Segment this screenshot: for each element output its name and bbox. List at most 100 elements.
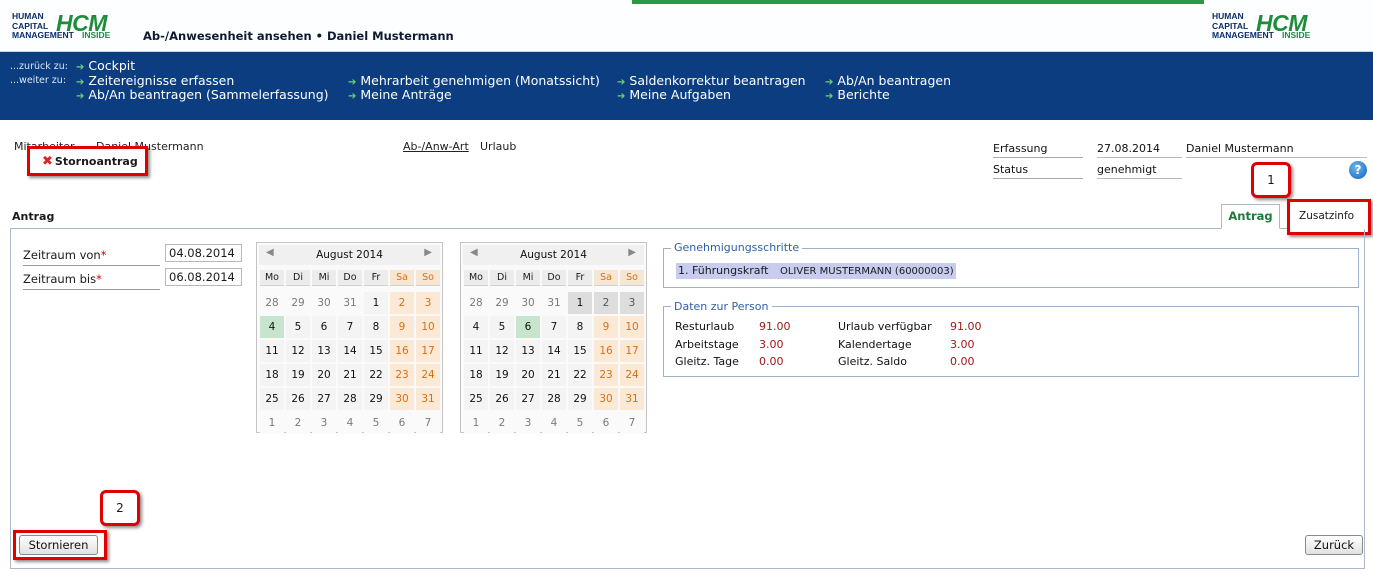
calendar-day[interactable]: 20 <box>312 364 336 386</box>
nav-link-berichte[interactable]: ➔ Berichte <box>825 87 890 102</box>
calendar-day[interactable]: 16 <box>594 340 618 362</box>
next-month-icon[interactable]: ▶ <box>424 247 432 258</box>
calendar-day[interactable]: 1 <box>364 292 388 314</box>
calendar-day[interactable]: 6 <box>594 412 618 434</box>
calendar-day[interactable]: 23 <box>390 364 414 386</box>
calendar-day[interactable]: 29 <box>364 388 388 410</box>
calendar-day[interactable]: 18 <box>464 364 488 386</box>
nav-link-sammelerfassung[interactable]: ➔ Ab/An beantragen (Sammelerfassung) <box>76 87 329 102</box>
help-icon[interactable]: ? <box>1349 161 1367 179</box>
calendar-day[interactable]: 25 <box>464 388 488 410</box>
stornoantrag-button[interactable]: ✖ Stornoantrag <box>27 146 148 176</box>
calendar-day[interactable]: 21 <box>542 364 566 386</box>
calendar-day[interactable]: 2 <box>594 292 618 314</box>
calendar-day[interactable]: 1 <box>568 292 592 314</box>
nav-link-meine-antraege[interactable]: ➔ Meine Anträge <box>348 87 452 102</box>
calendar-day[interactable]: 23 <box>594 364 618 386</box>
calendar-day[interactable]: 8 <box>568 316 592 338</box>
calendar-day[interactable]: 29 <box>286 292 310 314</box>
calendar-day[interactable]: 27 <box>312 388 336 410</box>
calendar-day[interactable]: 28 <box>260 292 284 314</box>
calendar-day[interactable]: 30 <box>516 292 540 314</box>
calendar-day[interactable]: 12 <box>490 340 514 362</box>
calendar-day[interactable]: 11 <box>260 340 284 362</box>
calendar-day[interactable]: 29 <box>568 388 592 410</box>
calendar-day[interactable]: 28 <box>464 292 488 314</box>
calendar-day[interactable]: 5 <box>364 412 388 434</box>
calendar-day[interactable]: 3 <box>416 292 440 314</box>
calendar-day[interactable]: 5 <box>568 412 592 434</box>
calendar-day[interactable]: 6 <box>312 316 336 338</box>
calendar-day[interactable]: 25 <box>260 388 284 410</box>
zeitraum-von-input[interactable]: 04.08.2014 <box>165 244 242 262</box>
calendar-day[interactable]: 10 <box>620 316 644 338</box>
calendar-day[interactable]: 7 <box>416 412 440 434</box>
calendar-day[interactable]: 9 <box>390 316 414 338</box>
calendar-day[interactable]: 9 <box>594 316 618 338</box>
nav-link-zeitereignisse[interactable]: ➔ Zeitereignisse erfassen <box>76 73 234 88</box>
calendar-day[interactable]: 6 <box>516 316 540 338</box>
calendar-day[interactable]: 4 <box>542 412 566 434</box>
stornieren-button[interactable]: Stornieren <box>19 535 98 555</box>
calendar-day[interactable]: 4 <box>338 412 362 434</box>
calendar-day[interactable]: 17 <box>620 340 644 362</box>
calendar-day[interactable]: 8 <box>364 316 388 338</box>
calendar-day[interactable]: 13 <box>516 340 540 362</box>
calendar-day[interactable]: 3 <box>516 412 540 434</box>
nav-link-mehrarbeit[interactable]: ➔ Mehrarbeit genehmigen (Monatssicht) <box>348 73 600 88</box>
nav-link-ab-an-beantragen[interactable]: ➔ Ab/An beantragen <box>825 73 951 88</box>
calendar-day[interactable]: 10 <box>416 316 440 338</box>
calendar-day[interactable]: 1 <box>260 412 284 434</box>
zeitraum-bis-input[interactable]: 06.08.2014 <box>165 268 242 286</box>
calendar-day[interactable]: 28 <box>338 388 362 410</box>
calendar-day[interactable]: 2 <box>390 292 414 314</box>
calendar-day[interactable]: 27 <box>516 388 540 410</box>
calendar-day[interactable]: 31 <box>338 292 362 314</box>
tab-antrag[interactable]: Antrag <box>1221 204 1280 229</box>
calendar-day[interactable]: 7 <box>338 316 362 338</box>
calendar-day[interactable]: 5 <box>286 316 310 338</box>
calendar-day[interactable]: 4 <box>260 316 284 338</box>
calendar-day[interactable]: 1 <box>464 412 488 434</box>
calendar-day[interactable]: 19 <box>490 364 514 386</box>
calendar-day[interactable]: 5 <box>490 316 514 338</box>
calendar-day[interactable]: 14 <box>542 340 566 362</box>
nav-link-meine-aufgaben[interactable]: ➔ Meine Aufgaben <box>617 87 731 102</box>
calendar-day[interactable]: 2 <box>286 412 310 434</box>
calendar-day[interactable]: 3 <box>620 292 644 314</box>
calendar-day[interactable]: 19 <box>286 364 310 386</box>
calendar-day[interactable]: 11 <box>464 340 488 362</box>
calendar-day[interactable]: 28 <box>542 388 566 410</box>
calendar-day[interactable]: 30 <box>390 388 414 410</box>
calendar-day[interactable]: 22 <box>568 364 592 386</box>
calendar-day[interactable]: 6 <box>390 412 414 434</box>
calendar-day[interactable]: 12 <box>286 340 310 362</box>
calendar-day[interactable]: 21 <box>338 364 362 386</box>
calendar-day[interactable]: 29 <box>490 292 514 314</box>
calendar-day[interactable]: 4 <box>464 316 488 338</box>
calendar-day[interactable]: 31 <box>542 292 566 314</box>
calendar-day[interactable]: 16 <box>390 340 414 362</box>
calendar-day[interactable]: 24 <box>416 364 440 386</box>
calendar-day[interactable]: 24 <box>620 364 644 386</box>
calendar-day[interactable]: 20 <box>516 364 540 386</box>
nav-link-saldenkorrektur[interactable]: ➔ Saldenkorrektur beantragen <box>617 73 806 88</box>
zurueck-button[interactable]: Zurück <box>1305 535 1363 555</box>
calendar-day[interactable]: 7 <box>620 412 644 434</box>
calendar-day[interactable]: 7 <box>542 316 566 338</box>
next-month-icon[interactable]: ▶ <box>628 247 636 258</box>
calendar-day[interactable]: 31 <box>620 388 644 410</box>
calendar-day[interactable]: 17 <box>416 340 440 362</box>
calendar-day[interactable]: 30 <box>594 388 618 410</box>
calendar-day[interactable]: 26 <box>286 388 310 410</box>
calendar-day[interactable]: 15 <box>568 340 592 362</box>
calendar-day[interactable]: 30 <box>312 292 336 314</box>
calendar-day[interactable]: 31 <box>416 388 440 410</box>
calendar-day[interactable]: 18 <box>260 364 284 386</box>
calendar-day[interactable]: 14 <box>338 340 362 362</box>
calendar-day[interactable]: 26 <box>490 388 514 410</box>
calendar-day[interactable]: 15 <box>364 340 388 362</box>
calendar-day[interactable]: 2 <box>490 412 514 434</box>
calendar-day[interactable]: 22 <box>364 364 388 386</box>
nav-link-cockpit[interactable]: ➔ Cockpit <box>76 58 135 73</box>
